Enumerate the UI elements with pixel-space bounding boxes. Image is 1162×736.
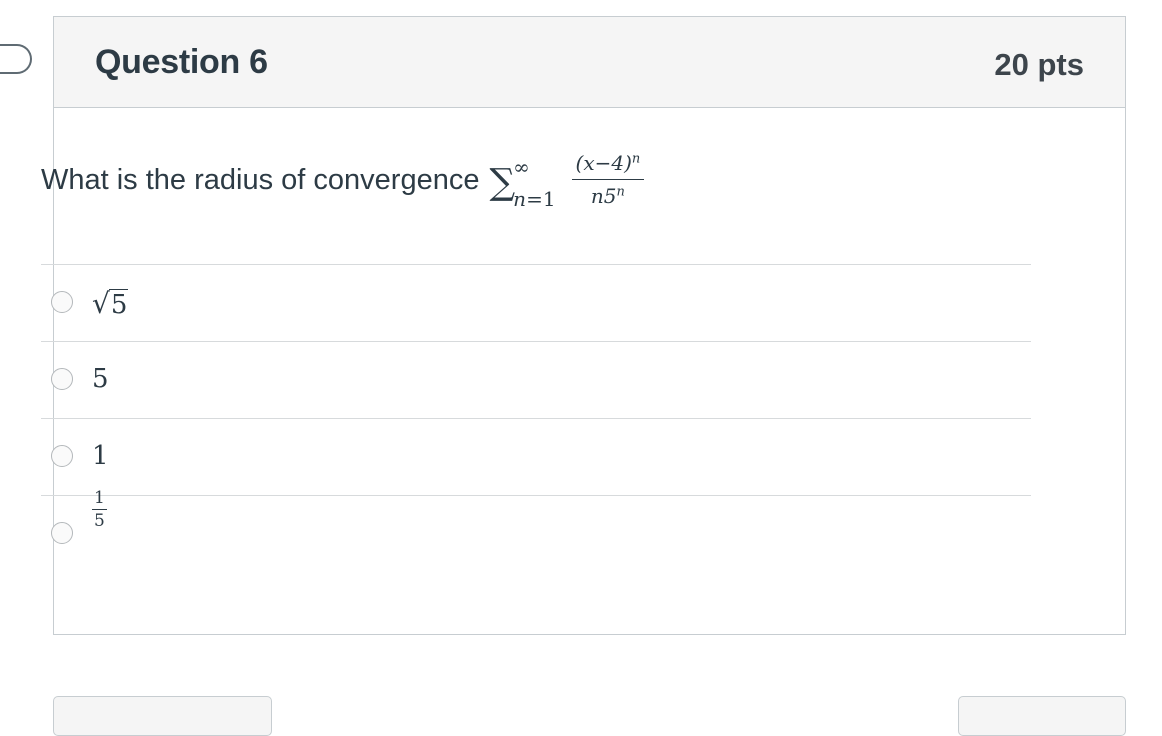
answer-list: √ 5 5 1 1 5 (41, 264, 1031, 572)
fraction-numerator: (x−4)n (571, 151, 645, 180)
sigma-symbol: ∑ (489, 161, 516, 203)
answer-radio-3[interactable] (51, 445, 73, 467)
question-prompt: What is the radius of convergence (41, 164, 480, 196)
answer-radio-2[interactable] (51, 368, 73, 390)
next-button[interactable] (958, 696, 1126, 736)
answer-radio-4[interactable] (51, 522, 73, 544)
sum-upper-limit: ∞ (513, 154, 530, 179)
answer-radio-1[interactable] (51, 291, 73, 313)
answer-label-1: √ 5 (92, 287, 129, 320)
answer-option-1[interactable]: √ 5 (41, 264, 1031, 341)
answer-option-4[interactable]: 1 5 (41, 488, 1031, 572)
series-expression: ∑ ∞ n=1 (x−4)n n5n (489, 151, 645, 211)
question-header: Question 6 20 pts (54, 17, 1125, 108)
flag-question-icon[interactable] (0, 44, 32, 74)
question-title: Question 6 (95, 43, 268, 81)
previous-button[interactable] (53, 696, 272, 736)
fraction-denominator: n5n (590, 184, 625, 208)
question-text: What is the radius of convergence ∑ ∞ n=… (41, 151, 645, 211)
answer-label-4: 1 5 (92, 488, 107, 531)
answer-option-2[interactable]: 5 (41, 341, 1031, 418)
answer-option-3[interactable]: 1 (41, 418, 1031, 495)
answer-label-3: 1 (92, 441, 109, 471)
sum-lower-limit: n=1 (513, 186, 556, 211)
series-term-fraction: (x−4)n n5n (571, 151, 645, 208)
answer-label-2: 5 (92, 364, 109, 394)
question-points: 20 pts (994, 47, 1084, 82)
